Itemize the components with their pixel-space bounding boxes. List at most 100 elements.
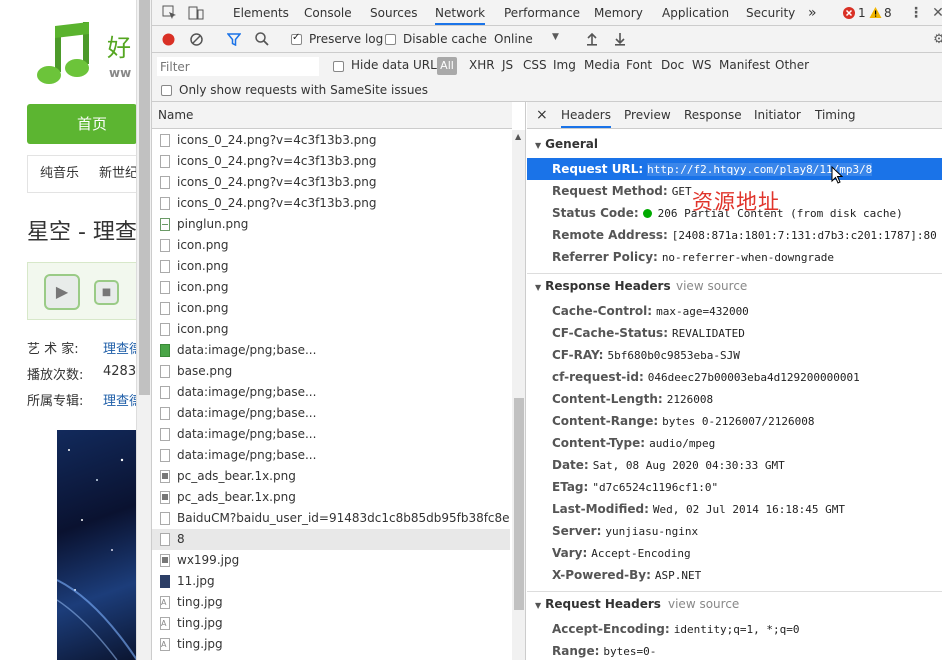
device-toolbar-icon[interactable] — [188, 5, 204, 21]
network-settings-gear-icon[interactable]: ⚙ — [933, 32, 942, 47]
filter-img[interactable]: Img — [553, 58, 576, 72]
request-row[interactable]: icons_0_24.png?v=4c3f13b3.png — [152, 151, 510, 172]
meta-album-link[interactable]: 理查德 — [103, 390, 136, 409]
request-row[interactable]: BaiduCM?baidu_user_id=91483dc1c8b85db95f… — [152, 508, 510, 529]
request-row[interactable]: icon.png — [152, 235, 510, 256]
detail-tab-response[interactable]: Response — [684, 102, 742, 129]
tab-memory[interactable]: Memory — [594, 0, 643, 26]
play-button[interactable]: ▶ — [44, 274, 80, 310]
kebab-menu-icon[interactable]: ⋮ — [909, 4, 923, 22]
request-row[interactable]: icons_0_24.png?v=4c3f13b3.png — [152, 172, 510, 193]
request-row[interactable]: data:image/png;base... — [152, 382, 510, 403]
record-icon[interactable] — [162, 33, 175, 46]
scroll-up-arrow-icon[interactable]: ▲ — [515, 132, 521, 141]
file-type-icon — [160, 512, 170, 525]
request-row[interactable]: pc_ads_bear.1x.png — [152, 487, 510, 508]
tab-performance[interactable]: Performance — [504, 0, 580, 26]
detail-tab-headers[interactable]: Headers — [561, 102, 611, 128]
hide-data-urls-checkbox[interactable] — [333, 61, 344, 72]
filter-xhr[interactable]: XHR — [469, 58, 495, 72]
error-icon[interactable] — [843, 7, 855, 19]
request-row[interactable]: icon.png — [152, 277, 510, 298]
filter-input[interactable] — [157, 57, 319, 76]
throttling-select[interactable]: Online — [494, 32, 533, 46]
request-row[interactable]: ting.jpg — [152, 592, 510, 613]
request-list-scrollbar-thumb[interactable] — [514, 398, 524, 610]
samesite-checkbox[interactable] — [161, 85, 172, 96]
page-scrollbar[interactable] — [136, 0, 151, 660]
request-row[interactable]: data:image/png;base... — [152, 424, 510, 445]
request-row[interactable]: icon.png — [152, 319, 510, 340]
request-row[interactable]: data:image/png;base... — [152, 403, 510, 424]
filter-other[interactable]: Other — [775, 58, 809, 72]
request-row[interactable]: pinglun.png — [152, 214, 510, 235]
filter-funnel-icon[interactable] — [226, 33, 242, 47]
tab-application[interactable]: Application — [662, 0, 729, 26]
request-row[interactable]: ting.jpg — [152, 613, 510, 634]
response-header-key: Vary: — [552, 546, 588, 560]
request-row[interactable]: icon.png — [152, 256, 510, 277]
filter-media[interactable]: Media — [584, 58, 620, 72]
subnav-pure-music[interactable]: 纯音乐 — [40, 166, 79, 181]
hide-data-urls-label[interactable]: Hide data URLs — [351, 58, 443, 72]
export-har-icon[interactable] — [613, 31, 627, 47]
filter-manifest[interactable]: Manifest — [719, 58, 770, 72]
detail-tab-timing[interactable]: Timing — [815, 102, 856, 129]
request-row[interactable]: wx199.jpg — [152, 550, 510, 571]
filter-css[interactable]: CSS — [523, 58, 547, 72]
filter-js[interactable]: JS — [502, 58, 513, 72]
request-row[interactable]: ting.jpg — [152, 634, 510, 655]
request-list-scrollbar[interactable]: ▲ — [512, 130, 525, 660]
tab-elements[interactable]: Elements — [233, 0, 289, 26]
name-column-header[interactable]: Name — [152, 102, 512, 129]
detail-tab-initiator[interactable]: Initiator — [754, 102, 801, 129]
tab-console[interactable]: Console — [304, 0, 352, 26]
filter-doc[interactable]: Doc — [661, 58, 684, 72]
request-url-row[interactable]: Request URL: http://f2.htqyy.com/play8/11… — [527, 158, 942, 180]
page-scrollbar-thumb[interactable] — [139, 0, 150, 395]
request-row[interactable]: base.png — [152, 361, 510, 382]
preserve-log-checkbox[interactable] — [291, 32, 302, 45]
filter-font[interactable]: Font — [626, 58, 652, 72]
stop-button[interactable]: ■ — [94, 280, 119, 305]
tab-security[interactable]: Security — [746, 0, 795, 26]
request-view-source-link[interactable]: view source — [668, 597, 739, 611]
request-row[interactable]: data:image/png;base... — [152, 340, 510, 361]
meta-artist-link[interactable]: 理查德 — [103, 338, 136, 357]
samesite-label[interactable]: Only show requests with SameSite issues — [179, 83, 428, 97]
request-row[interactable]: data:image/png;base... — [152, 445, 510, 466]
home-nav-button[interactable]: 首页 — [27, 104, 136, 144]
request-row[interactable]: icons_0_24.png?v=4c3f13b3.png — [152, 193, 510, 214]
detail-tab-preview[interactable]: Preview — [624, 102, 671, 129]
filter-all-button[interactable]: All — [437, 57, 457, 75]
subnav-new-age[interactable]: 新世纪 — [99, 166, 136, 181]
search-icon[interactable] — [255, 32, 269, 46]
request-row[interactable]: 8 — [152, 529, 510, 550]
import-har-icon[interactable] — [585, 31, 599, 47]
preserve-log-label[interactable]: Preserve log — [309, 32, 383, 46]
request-row[interactable]: icons_0_24.png?v=4c3f13b3.png — [152, 130, 510, 151]
tab-network[interactable]: Network — [435, 0, 486, 25]
disable-cache-checkbox[interactable] — [385, 34, 396, 45]
filter-ws[interactable]: WS — [692, 58, 711, 72]
more-tabs-button[interactable]: » — [808, 0, 817, 26]
meta-artist: 艺 术 家: 理查德 — [27, 338, 136, 357]
request-row[interactable]: 11.jpg — [152, 571, 510, 592]
tab-sources[interactable]: Sources — [370, 0, 417, 26]
error-count[interactable]: 1 — [858, 0, 866, 26]
request-row[interactable]: pc_ads_bear.1x.png — [152, 466, 510, 487]
request-headers-toggle[interactable]: ▼ Request Headers — [535, 597, 661, 611]
warning-icon[interactable] — [869, 6, 882, 19]
general-section-toggle[interactable]: ▼ General — [535, 137, 598, 151]
response-view-source-link[interactable]: view source — [676, 279, 747, 293]
close-devtools-icon[interactable]: ✕ — [932, 4, 942, 22]
throttling-dropdown-icon[interactable]: ▼ — [552, 32, 559, 42]
response-headers-toggle[interactable]: ▼ Response Headers — [535, 279, 671, 293]
clear-icon[interactable] — [190, 33, 203, 46]
request-row[interactable]: icon.png — [152, 298, 510, 319]
warning-count[interactable]: 8 — [884, 0, 892, 26]
disable-cache-label[interactable]: Disable cache — [403, 32, 487, 46]
inspect-element-icon[interactable] — [162, 5, 178, 21]
close-detail-icon[interactable]: × — [536, 102, 548, 129]
request-name: icon.png — [177, 259, 229, 273]
